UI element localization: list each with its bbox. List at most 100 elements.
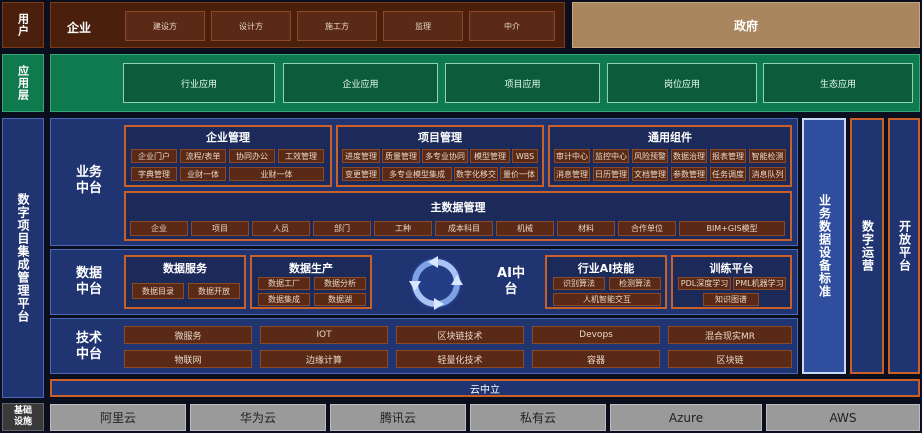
common-component-cell[interactable]: 消息管理	[554, 167, 590, 181]
common-component-cell[interactable]: 日历管理	[593, 167, 629, 181]
app-item[interactable]: 项目应用	[445, 63, 600, 103]
ai-skill-title: 行业AI技能	[577, 262, 635, 275]
government-user-panel[interactable]: 政府	[572, 2, 920, 48]
project-mgmt-cell[interactable]: 模型管理	[470, 149, 510, 163]
app-item[interactable]: 岗位应用	[607, 63, 757, 103]
master-data-cell[interactable]: 部门	[313, 221, 371, 236]
data-production-cell[interactable]: 数据分析	[314, 277, 366, 290]
business-data-standards-column[interactable]: 业务数据设备标准	[802, 118, 846, 374]
infra-item[interactable]: 腾讯云	[330, 404, 466, 431]
infra-item[interactable]: 阿里云	[50, 404, 186, 431]
enterprise-user-panel: 企业 建设方 设计方 施工方 监理 中介	[50, 2, 565, 48]
project-mgmt-cell[interactable]: 进度管理	[342, 149, 380, 163]
data-production-cell[interactable]: 数据湖	[314, 293, 366, 306]
infra-item[interactable]: 私有云	[470, 404, 606, 431]
tech-item[interactable]: 容器	[532, 350, 660, 368]
enterprise-mgmt-cell[interactable]: 企业门户	[131, 149, 177, 163]
common-component-cell[interactable]: 智能检测	[749, 149, 786, 163]
enterprise-mgmt-cell[interactable]: 业财一体	[229, 167, 324, 181]
common-component-cell[interactable]: 报表管理	[710, 149, 746, 163]
tech-platform-panel: 技术中台 微服务 IOT 区块链技术 Devops 混合现实MR 物联网 边缘计…	[50, 318, 798, 374]
ai-skill-cell[interactable]: 识别算法	[553, 277, 605, 290]
training-platform-title: 训练平台	[709, 262, 754, 275]
tech-item[interactable]: 区块链技术	[396, 326, 524, 344]
user-role-cell[interactable]: 设计方	[211, 11, 291, 41]
data-platform-label: 数据中台	[75, 266, 102, 297]
master-data-cell[interactable]: 项目	[191, 221, 249, 236]
project-mgmt-cell[interactable]: 质量管理	[382, 149, 420, 163]
user-layer-label: 用户	[2, 2, 44, 48]
user-role-cell[interactable]: 中介	[469, 11, 555, 41]
tech-item[interactable]: 轻量化技术	[396, 350, 524, 368]
infra-item[interactable]: 华为云	[190, 404, 326, 431]
app-item[interactable]: 行业应用	[123, 63, 275, 103]
tech-item[interactable]: 区块链	[668, 350, 792, 368]
enterprise-user-label: 企业	[67, 21, 92, 35]
app-layer-panel: 行业应用 企业应用 项目应用 岗位应用 生态应用	[50, 54, 920, 112]
data-production-cell[interactable]: 数据工厂	[258, 277, 310, 290]
project-mgmt-cell[interactable]: 量价一体	[500, 167, 538, 181]
training-platform-cell[interactable]: 知识图谱	[703, 293, 759, 306]
project-mgmt-cell[interactable]: 多专业模型集成	[382, 167, 452, 181]
master-data-cell[interactable]: 机械	[496, 221, 554, 236]
app-layer-label: 应用层	[2, 54, 44, 112]
ai-platform-label: AI中台	[497, 266, 525, 297]
project-mgmt-cell[interactable]: 多专业协同	[422, 149, 468, 163]
enterprise-mgmt-cell[interactable]: 字典管理	[131, 167, 177, 181]
enterprise-mgmt-title: 企业管理	[206, 131, 250, 144]
ai-skill-cell[interactable]: 检测算法	[609, 277, 661, 290]
app-item[interactable]: 企业应用	[283, 63, 438, 103]
master-data-cell[interactable]: 企业	[130, 221, 188, 236]
master-data-title: 主数据管理	[430, 201, 486, 214]
user-role-cell[interactable]: 建设方	[125, 11, 205, 41]
data-service-cell[interactable]: 数据开放	[188, 283, 240, 299]
tech-item[interactable]: 边缘计算	[260, 350, 388, 368]
master-data-cell[interactable]: 工种	[374, 221, 432, 236]
infrastructure-label: 基础设施	[2, 403, 44, 431]
master-data-cell[interactable]: 合作单位	[618, 221, 676, 236]
master-data-group: 主数据管理 企业 项目 人员 部门 工种 成本科目 机械 材料 合作单位 BIM…	[124, 191, 792, 241]
data-production-group: 数据生产 数据工厂 数据分析 数据集成 数据湖	[250, 255, 372, 309]
user-role-cell[interactable]: 监理	[383, 11, 463, 41]
data-service-title: 数据服务	[163, 262, 207, 275]
master-data-cell[interactable]: 人员	[252, 221, 310, 236]
tech-item[interactable]: IOT	[260, 326, 388, 344]
digital-operations-column[interactable]: 数字运营	[850, 118, 884, 374]
app-item[interactable]: 生态应用	[763, 63, 913, 103]
tech-platform-label: 技术中台	[75, 331, 102, 362]
tech-item[interactable]: Devops	[532, 326, 660, 344]
project-mgmt-title: 项目管理	[418, 131, 462, 144]
training-platform-cell[interactable]: PML机器学习	[733, 277, 786, 290]
common-component-cell[interactable]: 消息队列	[749, 167, 786, 181]
tech-item[interactable]: 微服务	[124, 326, 252, 344]
common-component-cell[interactable]: 参数管理	[671, 167, 707, 181]
tech-item[interactable]: 混合现实MR	[668, 326, 792, 344]
common-component-cell[interactable]: 审计中心	[554, 149, 590, 163]
project-mgmt-cell[interactable]: 变更管理	[342, 167, 380, 181]
common-component-cell[interactable]: 风险预警	[632, 149, 668, 163]
enterprise-mgmt-cell[interactable]: 工效管理	[278, 149, 324, 163]
infra-item[interactable]: AWS	[766, 404, 920, 431]
enterprise-mgmt-cell[interactable]: 流程/表单	[180, 149, 226, 163]
master-data-cell[interactable]: 材料	[557, 221, 615, 236]
common-component-cell[interactable]: 数据治理	[671, 149, 707, 163]
data-production-cell[interactable]: 数据集成	[258, 293, 310, 306]
enterprise-mgmt-cell[interactable]: 业财一体	[180, 167, 226, 181]
open-platform-column[interactable]: 开放平台	[888, 118, 920, 374]
cloud-neutral-bar: 云中立	[50, 379, 920, 397]
common-component-cell[interactable]: 文档管理	[632, 167, 668, 181]
project-mgmt-cell[interactable]: WBS	[512, 149, 538, 163]
data-service-cell[interactable]: 数据目录	[132, 283, 184, 299]
common-component-cell[interactable]: 任务调度	[710, 167, 746, 181]
tech-item[interactable]: 物联网	[124, 350, 252, 368]
project-mgmt-cell[interactable]: 数字化移交	[454, 167, 498, 181]
ai-skill-group: 行业AI技能 识别算法 检测算法 人机智能交互	[545, 255, 667, 309]
master-data-cell[interactable]: BIM+GIS模型	[679, 221, 785, 236]
infra-item[interactable]: Azure	[610, 404, 762, 431]
enterprise-mgmt-cell[interactable]: 协同办公	[229, 149, 275, 163]
training-platform-cell[interactable]: PDL深度学习	[678, 277, 731, 290]
common-component-cell[interactable]: 监控中心	[593, 149, 629, 163]
master-data-cell[interactable]: 成本科目	[435, 221, 493, 236]
ai-skill-cell[interactable]: 人机智能交互	[553, 293, 661, 306]
user-role-cell[interactable]: 施工方	[297, 11, 377, 41]
